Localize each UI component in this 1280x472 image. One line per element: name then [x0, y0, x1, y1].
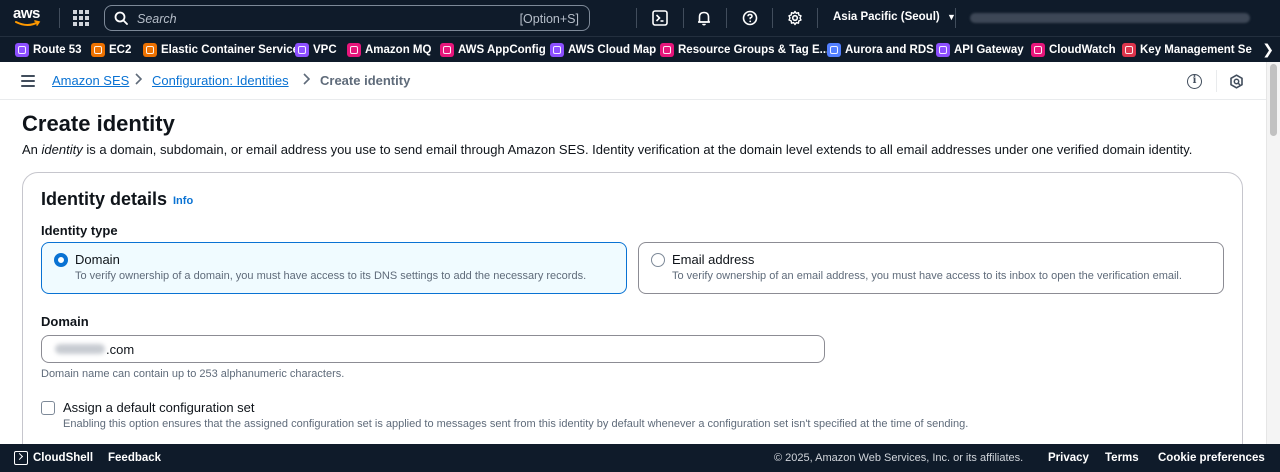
domain-input[interactable]: .com: [41, 335, 825, 363]
cookie-preferences-link[interactable]: Cookie preferences: [1158, 452, 1265, 464]
nav-divider: [726, 8, 727, 28]
search-bar[interactable]: Search [Option+S]: [104, 5, 590, 31]
privacy-link[interactable]: Privacy: [1048, 452, 1089, 464]
nav-divider: [59, 8, 60, 28]
favorite-appconfig[interactable]: AWS AppConfig: [440, 42, 546, 58]
gear-icon[interactable]: [786, 9, 804, 27]
ec2-icon: [91, 43, 105, 57]
cloudshell-icon[interactable]: [651, 9, 669, 27]
chevron-right-icon: [302, 73, 311, 88]
api-gateway-icon: [936, 43, 950, 57]
crumb-divider: [1216, 70, 1217, 92]
favorite-ec2[interactable]: EC2: [91, 42, 131, 58]
default-config-set-description: Enabling this option ensures that the as…: [63, 418, 969, 430]
aws-smile-icon: [15, 20, 41, 26]
chevron-right-icon[interactable]: ❯: [1262, 41, 1274, 58]
route53-icon: [15, 43, 29, 57]
desc-emphasis: identity: [41, 142, 83, 157]
resource-groups-icon: [660, 43, 674, 57]
favorite-ecs[interactable]: Elastic Container Service: [143, 42, 299, 58]
page-description: An identity is a domain, subdomain, or e…: [22, 142, 1192, 157]
vpc-icon: [295, 43, 309, 57]
identity-details-panel: Identity details Info Identity type Doma…: [22, 172, 1243, 472]
favorite-resource-groups[interactable]: Resource Groups & Tag E...: [660, 42, 829, 58]
chevron-right-icon: [134, 73, 143, 88]
domain-radio[interactable]: [54, 253, 68, 267]
cloudshell-icon[interactable]: [14, 451, 28, 465]
identity-type-email-tile[interactable]: Email address To verify ownership of an …: [638, 242, 1224, 294]
kms-icon: [1122, 43, 1136, 57]
breadcrumb-bar: Amazon SES Configuration: Identities Cre…: [0, 62, 1266, 100]
ecs-icon: [143, 43, 157, 57]
default-config-set-checkbox[interactable]: [41, 401, 55, 415]
favorite-vpc[interactable]: VPC: [295, 42, 337, 58]
page-scrollbar[interactable]: [1266, 62, 1280, 444]
aws-logo-text: aws: [13, 5, 40, 22]
help-icon[interactable]: [741, 9, 759, 27]
search-icon: [114, 11, 128, 25]
favorite-cloudwatch[interactable]: CloudWatch: [1031, 42, 1116, 58]
terms-link[interactable]: Terms: [1105, 452, 1139, 464]
favorite-route53[interactable]: Route 53: [15, 42, 82, 58]
domain-option-label: Domain: [75, 252, 120, 267]
cloudwatch-icon: [1031, 43, 1045, 57]
favorite-kms[interactable]: Key Management Se: [1122, 42, 1252, 58]
bell-icon[interactable]: [695, 9, 713, 27]
info-link[interactable]: Info: [173, 195, 193, 207]
email-option-description: To verify ownership of an email address,…: [672, 270, 1182, 282]
info-panel-icon[interactable]: i: [1187, 74, 1202, 89]
domain-hint: Domain name can contain up to 253 alphan…: [41, 368, 345, 380]
search-placeholder: Search: [137, 12, 177, 26]
default-config-set-label[interactable]: Assign a default configuration set: [63, 400, 255, 415]
identity-type-domain-tile[interactable]: Domain To verify ownership of a domain, …: [41, 242, 627, 294]
page-title: Create identity: [22, 111, 175, 136]
amazon-q-icon[interactable]: [1229, 74, 1244, 89]
desc-suffix: is a domain, subdomain, or email address…: [82, 142, 1193, 157]
scrollbar-thumb[interactable]: [1270, 64, 1277, 136]
domain-option-description: To verify ownership of a domain, you mus…: [75, 270, 587, 282]
search-shortcut: [Option+S]: [519, 12, 579, 26]
nav-divider: [817, 8, 818, 28]
breadcrumb-current: Create identity: [320, 73, 411, 88]
domain-label: Domain: [41, 314, 89, 329]
account-menu-redacted[interactable]: [970, 13, 1250, 23]
nav-divider: [636, 8, 637, 28]
services-grid-icon[interactable]: [73, 10, 89, 26]
breadcrumb-amazon-ses[interactable]: Amazon SES: [52, 73, 129, 88]
aurora-rds-icon: [827, 43, 841, 57]
cloud-map-icon: [550, 43, 564, 57]
panel-title: Identity details: [41, 189, 168, 209]
domain-input-value: .com: [106, 342, 135, 357]
copyright-text: © 2025, Amazon Web Services, Inc. or its…: [774, 452, 1024, 464]
favorite-amazon-mq[interactable]: Amazon MQ: [347, 42, 431, 58]
desc-prefix: An: [22, 142, 42, 157]
aws-logo[interactable]: aws: [13, 5, 47, 29]
nav-divider: [772, 8, 773, 28]
amazon-mq-icon: [347, 43, 361, 57]
favorite-api-gateway[interactable]: API Gateway: [936, 42, 1024, 58]
nav-divider: [683, 8, 684, 28]
breadcrumb-configuration-identities[interactable]: Configuration: Identities: [152, 73, 289, 88]
identity-type-label: Identity type: [41, 223, 118, 238]
top-navigation: aws Search [Option+S] Asia Pacific (Seou…: [0, 0, 1280, 36]
footer: CloudShell Feedback © 2025, Amazon Web S…: [0, 444, 1280, 472]
favorites-bar: Route 53 EC2 Elastic Container Service V…: [0, 36, 1280, 62]
favorite-aurora-rds[interactable]: Aurora and RDS: [827, 42, 934, 58]
region-label: Asia Pacific (Seoul): [833, 11, 940, 23]
nav-divider: [955, 8, 956, 28]
region-selector[interactable]: Asia Pacific (Seoul) ▼: [833, 11, 956, 23]
feedback-link[interactable]: Feedback: [108, 452, 161, 464]
favorite-cloud-map[interactable]: AWS Cloud Map: [550, 42, 656, 58]
email-option-label: Email address: [672, 252, 755, 267]
redacted-domain-text: [55, 344, 105, 354]
appconfig-icon: [440, 43, 454, 57]
cloudshell-link[interactable]: CloudShell: [33, 452, 93, 464]
email-radio[interactable]: [651, 253, 665, 267]
menu-icon[interactable]: [21, 75, 35, 87]
